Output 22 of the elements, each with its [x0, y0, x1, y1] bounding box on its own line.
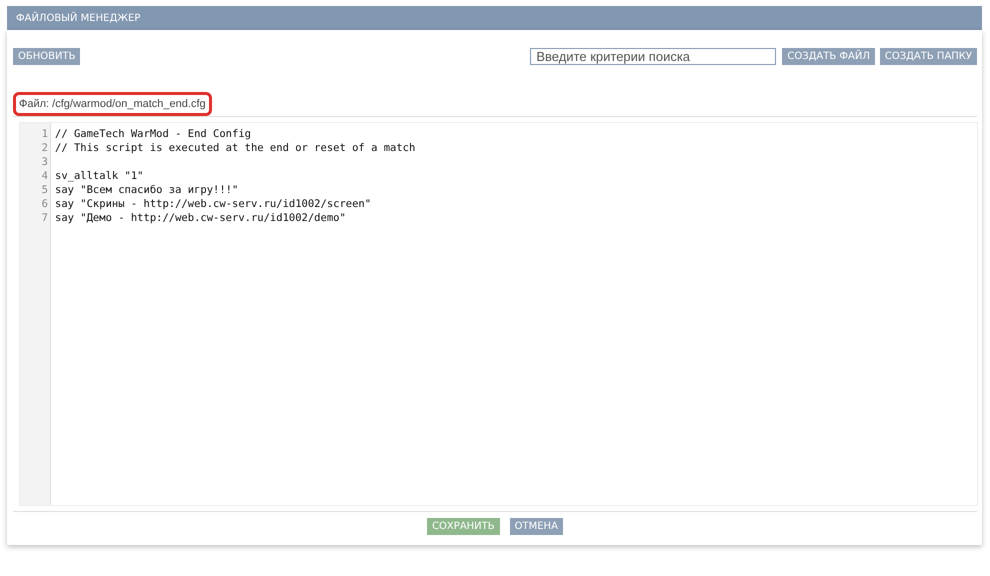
line-number: 3	[42, 156, 48, 168]
cancel-button[interactable]: ОТМЕНА	[510, 518, 563, 535]
line-number: 1	[42, 128, 48, 140]
line-number: 7	[42, 212, 48, 224]
create-button[interactable]: СОЗДАТЬ ФАЙЛ	[782, 48, 875, 65]
create-button[interactable]: СОЗДАТЬ ПАПКУ	[880, 48, 977, 65]
line-number: 2	[42, 142, 48, 154]
refresh-button[interactable]: ОБНОВИТЬ	[13, 48, 80, 65]
line-number: 5	[42, 184, 48, 196]
code-line: say "Скрины - http://web.cw-serv.ru/id1002/screen"	[55, 198, 372, 210]
code-line: // This script is executed at the end or reset of a match	[55, 142, 416, 154]
code-editor[interactable]	[19, 122, 978, 506]
code-line: sv_alltalk "1"	[55, 170, 144, 182]
search-field[interactable]: Введите критерии поиска	[530, 48, 776, 65]
line-number: 4	[42, 170, 48, 182]
panel-title: ФАЙЛОВЫЙ МЕНЕДЖЕР	[16, 12, 140, 24]
save-button[interactable]: СОХРАНИТЬ	[427, 518, 500, 535]
file-path: Файл: /cfg/warmod/on_match_end.cfg	[13, 92, 212, 116]
code-line: // GameTech WarMod - End Config	[55, 128, 251, 140]
code-line: say "Всем спасибо за игру!!!"	[55, 184, 238, 196]
line-number: 6	[42, 198, 48, 210]
code-line: say "Демо - http://web.cw-serv.ru/id1002/demo"	[55, 212, 346, 224]
